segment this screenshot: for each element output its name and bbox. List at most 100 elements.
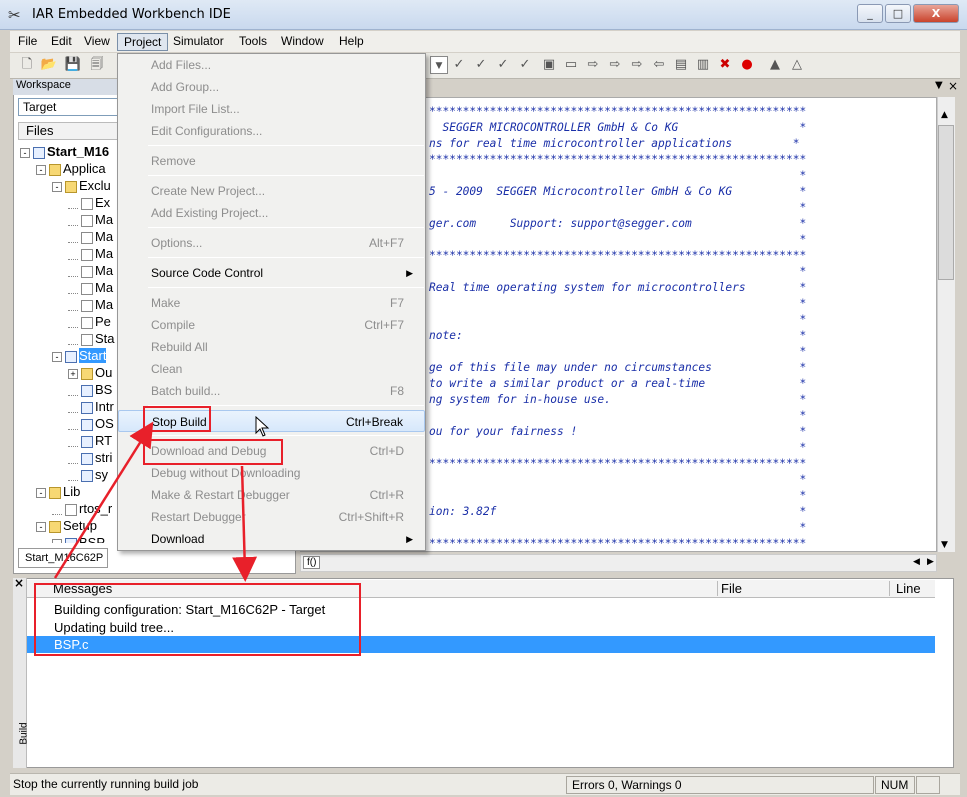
menu-item-options[interactable]: Options... Alt+F7 [118,232,425,254]
tree-item[interactable]: - Start_M16 [20,143,120,160]
panel-close-icon[interactable]: × [948,79,958,93]
combo-dropdown-icon[interactable]: ▼ [430,56,448,74]
menu-item-debug-without-downloading[interactable]: Debug without Downloading [118,462,425,484]
breakpoint-icon[interactable]: ● [738,56,756,74]
tree-item[interactable]: - Setup [20,517,120,534]
save-all-icon[interactable]: 🗐 [88,56,106,74]
collapse-icon[interactable]: - [20,147,30,158]
make-icon[interactable]: ▥ [694,56,712,74]
expand-icon[interactable]: + [68,368,78,379]
collapse-icon[interactable]: - [36,487,46,498]
menu-item-compile[interactable]: Compile Ctrl+F7 [118,314,425,336]
editor-horizontal-scrollbar[interactable] [300,554,937,572]
menu-file[interactable]: File [12,33,43,51]
build-side-tab[interactable]: Build [13,578,30,768]
menu-item-import-file-list[interactable]: Import File List... [118,98,425,120]
menu-tools[interactable]: Tools [233,33,273,51]
menu-item-add-existing-project[interactable]: Add Existing Project... [118,202,425,224]
tree-item[interactable]: Ma [20,245,120,262]
close-button[interactable]: X [913,4,959,23]
panel-dropdown-icon[interactable]: ▼ [935,80,943,91]
tree-item[interactable]: - Start [20,347,120,364]
step-icon[interactable]: ⇨ [584,56,602,74]
file-column[interactable]: File [717,581,889,596]
previous-icon[interactable]: ⇦ [650,56,668,74]
files-column-header[interactable]: Files [18,122,118,140]
tree-item[interactable]: - Applica [20,160,120,177]
menu-item-add-group[interactable]: Add Group... [118,76,425,98]
menu-item-make[interactable]: Make F7 [118,292,425,314]
tree-item[interactable]: Ma [20,279,120,296]
submenu-arrow-icon: ▶ [406,268,413,278]
toggle-bookmark-icon[interactable]: ✓ [450,56,468,74]
menu-edit[interactable]: Edit [45,33,78,51]
tree-item[interactable]: Ma [20,296,120,313]
tree-item[interactable]: Ma [20,228,120,245]
tree-item[interactable]: Pe [20,313,120,330]
collapse-icon[interactable]: - [36,164,46,175]
line-column[interactable]: Line [889,581,935,596]
menu-window[interactable]: Window [275,33,330,51]
goto-icon[interactable]: ▭ [562,56,580,74]
tree-item[interactable]: Intr [20,398,120,415]
workspace-tab[interactable]: Start_M16C62P [18,548,108,568]
menu-item-batch-build[interactable]: Batch build... F8 [118,380,425,402]
menu-project[interactable]: Project [117,33,169,51]
messages-close-icon[interactable]: × [14,576,24,590]
tree-item[interactable]: Sta [20,330,120,347]
tree-item[interactable]: Ma [20,262,120,279]
tree-item[interactable]: - BSP [20,534,120,543]
function-navigator-button[interactable]: f() [303,556,321,569]
collapse-icon[interactable]: - [52,351,62,362]
menu-item-source-code-control[interactable]: Source Code Control ▶ [118,262,425,284]
open-folder-icon[interactable]: 📂 [40,56,58,74]
tree-item[interactable]: rtos_r [20,500,120,517]
tree-item[interactable]: sy [20,466,120,483]
collapse-icon[interactable]: - [52,181,62,192]
menu-item-edit-configurations[interactable]: Edit Configurations... [118,120,425,142]
bookmark-prev-icon[interactable]: ✓ [494,56,512,74]
debug-without-download-icon[interactable]: △ [788,56,806,74]
editor-scroll-thumb[interactable] [938,125,954,280]
tree-item[interactable]: Ex [20,194,120,211]
next-icon[interactable]: ⇨ [628,56,646,74]
debug-icon[interactable]: ▲ [766,56,784,74]
tree-item[interactable]: stri [20,449,120,466]
tree-item[interactable]: - Lib [20,483,120,500]
compile-icon[interactable]: ▤ [672,56,690,74]
tree-item[interactable]: BS [20,381,120,398]
stop-build-icon[interactable]: ✖ [716,56,734,74]
step-over-icon[interactable]: ⇨ [606,56,624,74]
bookmark-next-icon[interactable]: ✓ [472,56,490,74]
save-icon[interactable]: 💾 [64,56,82,74]
menu-item-clean[interactable]: Clean [118,358,425,380]
tree-item[interactable]: OS [20,415,120,432]
collapse-icon[interactable]: - [52,538,62,543]
menu-item-remove[interactable]: Remove [118,150,425,172]
tree-item[interactable]: RT [20,432,120,449]
menu-item-restart-debugger[interactable]: Restart Debugger Ctrl+Shift+R [118,506,425,528]
tree-item[interactable]: + Ou [20,364,120,381]
menu-simulator[interactable]: Simulator [167,33,230,51]
menu-item-make-restart-debugger[interactable]: Make & Restart Debugger Ctrl+R [118,484,425,506]
menu-item-add-files[interactable]: Add Files... [118,54,425,76]
tree-item[interactable]: Ma [20,211,120,228]
find-icon[interactable]: ✓ [516,56,534,74]
configuration-select[interactable]: Target [18,98,118,116]
template-icon[interactable]: ▣ [540,56,558,74]
menu-item-create-new-project[interactable]: Create New Project... [118,180,425,202]
minimize-button[interactable]: _ [857,4,883,23]
scroll-up-icon[interactable]: ▲ [941,110,948,120]
menu-help[interactable]: Help [333,33,370,51]
scroll-left-icon[interactable]: ◀ [913,557,920,567]
scroll-down-icon[interactable]: ▼ [941,540,948,550]
new-file-icon[interactable]: 🗋 [18,56,36,74]
maximize-button[interactable]: □ [885,4,911,23]
menu-item-download[interactable]: Download ▶ [118,528,425,550]
collapse-icon[interactable]: - [36,521,46,532]
excluded-file-icon [81,248,93,261]
menu-view[interactable]: View [78,33,116,51]
menu-item-rebuild-all[interactable]: Rebuild All [118,336,425,358]
scroll-right-icon[interactable]: ▶ [927,557,934,567]
tree-item[interactable]: - Exclu [20,177,120,194]
